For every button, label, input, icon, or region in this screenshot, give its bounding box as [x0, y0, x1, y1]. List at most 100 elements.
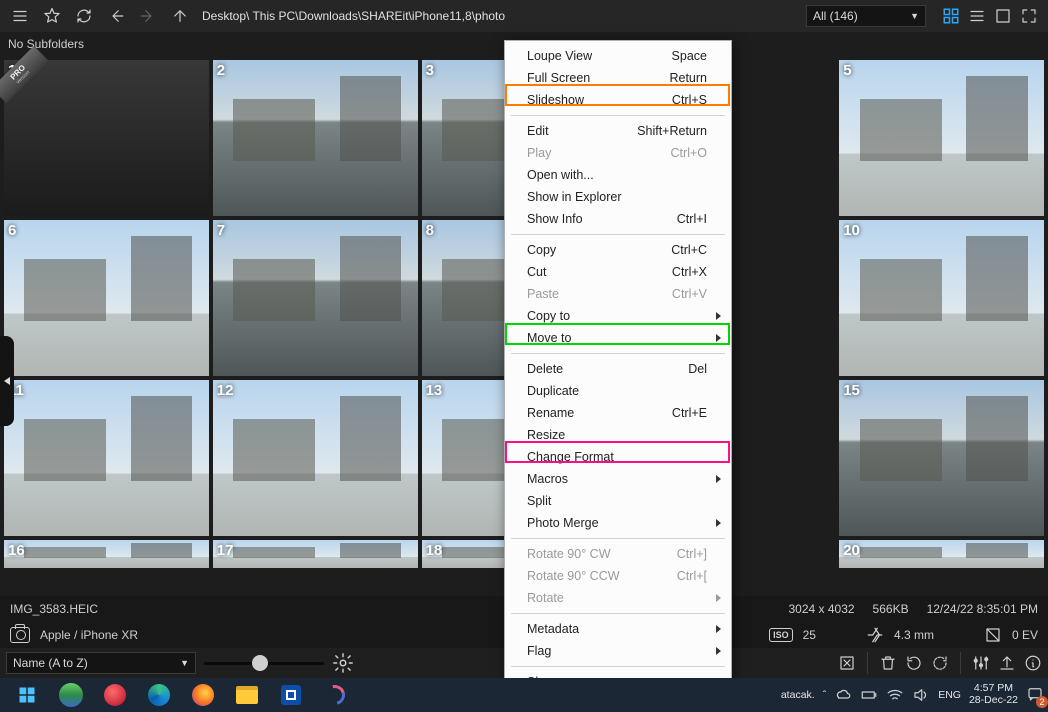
ctx-move-to[interactable]: Move to [507, 327, 729, 349]
thumbnail[interactable]: 6 [4, 220, 209, 376]
ctx-loupe-view[interactable]: Loupe ViewSpace [507, 45, 729, 67]
status-focal: 4.3 mm [894, 628, 934, 642]
status-filename: IMG_3583.HEIC [10, 602, 98, 616]
export-icon[interactable] [998, 654, 1016, 672]
ctx-metadata[interactable]: Metadata [507, 618, 729, 640]
rotate-cw-icon[interactable] [931, 654, 949, 672]
taskbar-current-app[interactable] [314, 678, 356, 712]
thumbnail[interactable]: 7 [213, 220, 418, 376]
tray-weather[interactable]: atacak. [781, 689, 815, 701]
tray-wifi-icon[interactable] [886, 686, 904, 704]
thumbnail[interactable]: 11 [4, 380, 209, 536]
tray-date: 28-Dec-22 [969, 695, 1018, 707]
thumb-size-slider[interactable] [204, 653, 324, 673]
ctx-delete[interactable]: DeleteDel [507, 358, 729, 380]
thumbnail[interactable]: 2 [213, 60, 418, 216]
ctx-copy[interactable]: CopyCtrl+C [507, 239, 729, 261]
ctx-show-info[interactable]: Show InfoCtrl+I [507, 208, 729, 230]
thumb-number: 10 [843, 222, 860, 239]
menu-icon[interactable] [6, 3, 34, 29]
view-fullscreen-button[interactable] [1016, 3, 1042, 29]
thumb-number: 16 [8, 542, 25, 559]
taskbar-firefox[interactable] [182, 678, 224, 712]
thumb-number: 18 [426, 542, 443, 559]
tray-chevron-up-icon[interactable]: ˆ [823, 689, 827, 701]
start-button[interactable] [6, 678, 48, 712]
tray-volume-icon[interactable] [912, 686, 930, 704]
ctx-label: Full Screen [527, 71, 590, 85]
filter-select[interactable]: All (146) ▼ [806, 5, 926, 27]
ctx-show-in-explorer[interactable]: Show in Explorer [507, 186, 729, 208]
thumbnail[interactable]: 17 [213, 540, 418, 568]
thumb-number: 7 [217, 222, 225, 239]
tray-onedrive-icon[interactable] [834, 686, 852, 704]
up-icon[interactable] [166, 3, 194, 29]
back-icon[interactable] [102, 3, 130, 29]
sort-label: Name (A to Z) [13, 656, 88, 670]
gear-icon[interactable] [332, 652, 354, 674]
reject-icon[interactable] [838, 654, 856, 672]
ctx-shortcut: Ctrl+I [677, 212, 707, 226]
taskbar-explorer[interactable] [226, 678, 268, 712]
refresh-icon[interactable] [70, 3, 98, 29]
thumbnail[interactable]: 12 [213, 380, 418, 536]
forward-icon[interactable] [134, 3, 162, 29]
thumb-number: 8 [426, 222, 434, 239]
ctx-open-with-[interactable]: Open with... [507, 164, 729, 186]
breadcrumb-path[interactable]: Desktop\ This PC\Downloads\SHAREit\iPhon… [202, 9, 505, 23]
ctx-change-format[interactable]: Change Format [507, 446, 729, 468]
taskbar-edge[interactable] [138, 678, 180, 712]
aperture-icon [866, 626, 884, 644]
taskbar-app-2[interactable] [270, 678, 312, 712]
ev-icon [984, 626, 1002, 644]
ctx-resize[interactable]: Resize [507, 424, 729, 446]
view-single-button[interactable] [990, 3, 1016, 29]
thumbnail[interactable]: 1 [4, 60, 209, 216]
ctx-copy-to[interactable]: Copy to [507, 305, 729, 327]
star-icon[interactable] [38, 3, 66, 29]
ctx-duplicate[interactable]: Duplicate [507, 380, 729, 402]
sort-select[interactable]: Name (A to Z) ▼ [6, 652, 196, 674]
tray-battery-icon[interactable] [860, 686, 878, 704]
thumbnail[interactable]: 20 [839, 540, 1044, 568]
ctx-shortcut: Shift+Return [637, 124, 707, 138]
sliders-icon[interactable] [972, 654, 990, 672]
ctx-rename[interactable]: RenameCtrl+E [507, 402, 729, 424]
ctx-label: Rename [527, 406, 574, 420]
tray-language[interactable]: ENG [938, 689, 961, 701]
ctx-full-screen[interactable]: Full ScreenReturn [507, 67, 729, 89]
thumbnail[interactable]: 10 [839, 220, 1044, 376]
view-grid-button[interactable] [938, 3, 964, 29]
thumbnail[interactable]: 15 [839, 380, 1044, 536]
iso-icon: ISO [769, 628, 793, 642]
ctx-cut[interactable]: CutCtrl+X [507, 261, 729, 283]
info-icon[interactable] [1024, 654, 1042, 672]
thumbnail[interactable]: 16 [4, 540, 209, 568]
filter-label: All (146) [813, 9, 858, 23]
ctx-shortcut: Ctrl+[ [677, 569, 707, 583]
ctx-macros[interactable]: Macros [507, 468, 729, 490]
status-iso: 25 [803, 628, 816, 642]
taskbar-opera[interactable] [94, 678, 136, 712]
tray-notifications[interactable]: 2 [1026, 685, 1044, 706]
collapse-arrow[interactable] [0, 336, 14, 426]
thumb-number: 3 [426, 62, 434, 79]
ctx-label: Show in Explorer [527, 190, 622, 204]
ctx-label: Rotate 90° CW [527, 547, 611, 561]
ctx-split[interactable]: Split [507, 490, 729, 512]
ctx-label: Paste [527, 287, 559, 301]
ctx-label: Delete [527, 362, 563, 376]
view-list-button[interactable] [964, 3, 990, 29]
ctx-slideshow[interactable]: SlideshowCtrl+S [507, 89, 729, 111]
ctx-flag[interactable]: Flag [507, 640, 729, 662]
tray-clock[interactable]: 4:57 PM 28-Dec-22 [969, 683, 1018, 706]
taskbar-app-1[interactable] [50, 678, 92, 712]
ctx-edit[interactable]: EditShift+Return [507, 120, 729, 142]
ctx-shortcut: Space [672, 49, 707, 63]
ctx-shortcut: Ctrl+X [672, 265, 707, 279]
thumbnail[interactable]: 5 [839, 60, 1044, 216]
thumb-number: 15 [843, 382, 860, 399]
ctx-photo-merge[interactable]: Photo Merge [507, 512, 729, 534]
trash-icon[interactable] [879, 654, 897, 672]
rotate-ccw-icon[interactable] [905, 654, 923, 672]
